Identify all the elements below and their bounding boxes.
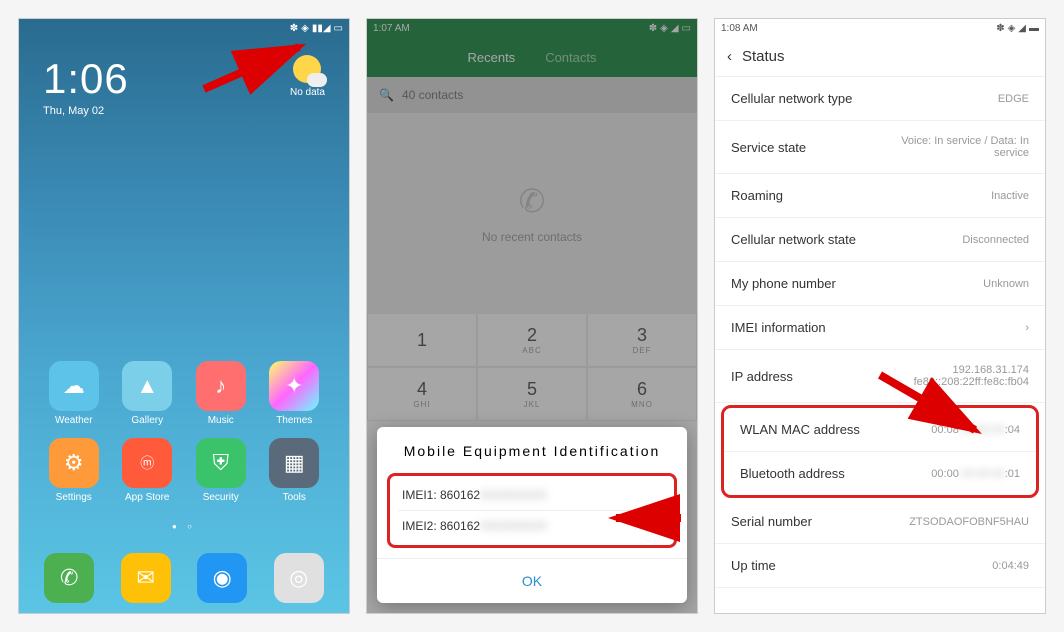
app-security[interactable]: ⛨Security [184,438,258,503]
page-indicator: ● ○ [19,522,349,531]
status-time: 1:08 AM [721,23,993,34]
app-store[interactable]: ⓜApp Store [111,438,185,503]
clock-date: Thu, May 02 [43,105,129,117]
battery-icon: ▭ [334,23,343,34]
dock: ✆ ✉ ◉ ◎ [19,543,349,613]
app-label: Gallery [131,415,163,426]
row-service-state[interactable]: Service stateVoice: In service / Data: I… [715,121,1045,174]
row-cell-state[interactable]: Cellular network stateDisconnected [715,218,1045,262]
app-label: Music [208,415,234,426]
app-label: Settings [56,492,92,503]
signal-icon: ▮▮◢ [312,23,331,34]
signal-icon: ◢ [1018,23,1026,34]
imei2-row: IMEI2: 8601620000000000 [398,511,666,541]
wifi-icon: ◈ [301,23,309,34]
app-themes[interactable]: ✦Themes [258,361,332,426]
app-label: App Store [125,492,169,503]
dialog-title: Mobile Equipment Identification [377,443,687,459]
dock-messages[interactable]: ✉ [121,553,171,603]
app-label: Tools [283,492,306,503]
back-icon[interactable]: ‹ [727,48,732,65]
bluetooth-icon: ✽ [996,23,1004,34]
mac-highlight-box: WLAN MAC address00:08:00:00:00:04 Blueto… [721,405,1039,498]
status-screen: 1:08 AM ✽ ◈ ◢ ▬ ‹ Status Cellular networ… [714,18,1046,614]
app-weather[interactable]: ☁Weather [37,361,111,426]
weather-label: No data [290,87,325,98]
app-settings[interactable]: ⚙Settings [37,438,111,503]
imei1-row: IMEI1: 8601620000000000 [398,480,666,511]
dock-camera[interactable]: ◎ [274,553,324,603]
row-bt-address[interactable]: Bluetooth address00:00:00:00:00:01 [724,452,1036,495]
battery-icon: ▬ [1029,23,1039,34]
status-bar: ✽ ◈ ▮▮◢ ▭ [19,19,349,37]
clock-time: 1:06 [43,55,129,103]
app-grid: ☁Weather ▲Gallery ♪Music ✦Themes ⚙Settin… [19,361,349,503]
status-bar: 1:08 AM ✽ ◈ ◢ ▬ [715,19,1045,37]
row-uptime[interactable]: Up time0:04:49 [715,544,1045,588]
dialer-screen: 1:07 AM ✽ ◈ ◢ ▭ Recents Contacts 🔍 40 co… [366,18,698,614]
home-screen: ✽ ◈ ▮▮◢ ▭ 1:06 Thu, May 02 No data ☁Weat… [18,18,350,614]
header-title: Status [742,48,785,65]
app-label: Themes [276,415,312,426]
row-serial[interactable]: Serial numberZTSODAOFOBNF5HAU [715,500,1045,544]
settings-header: ‹ Status [715,37,1045,77]
imei-highlight-box: IMEI1: 8601620000000000 IMEI2: 860162000… [387,473,677,548]
app-gallery[interactable]: ▲Gallery [111,361,185,426]
imei-dialog: Mobile Equipment Identification IMEI1: 8… [377,427,687,603]
dock-phone[interactable]: ✆ [44,553,94,603]
weather-icon [293,55,321,83]
clock-widget[interactable]: 1:06 Thu, May 02 No data [19,37,349,135]
row-imei-info[interactable]: IMEI information› [715,306,1045,350]
row-roaming[interactable]: RoamingInactive [715,174,1045,218]
wifi-icon: ◈ [1008,23,1016,34]
row-cell-type[interactable]: Cellular network typeEDGE [715,77,1045,121]
bluetooth-icon: ✽ [290,23,298,34]
row-wlan-mac[interactable]: WLAN MAC address00:08:00:00:00:04 [724,408,1036,452]
row-ip-address[interactable]: IP address192.168.31.174 fe80::208:22ff:… [715,350,1045,403]
app-label: Weather [55,415,93,426]
ok-button[interactable]: OK [377,558,687,603]
app-tools[interactable]: ▦Tools [258,438,332,503]
row-phone-number[interactable]: My phone numberUnknown [715,262,1045,306]
app-music[interactable]: ♪Music [184,361,258,426]
app-label: Security [203,492,239,503]
settings-list[interactable]: Cellular network typeEDGE Service stateV… [715,77,1045,588]
dock-browser[interactable]: ◉ [197,553,247,603]
weather-widget[interactable]: No data [290,55,325,98]
